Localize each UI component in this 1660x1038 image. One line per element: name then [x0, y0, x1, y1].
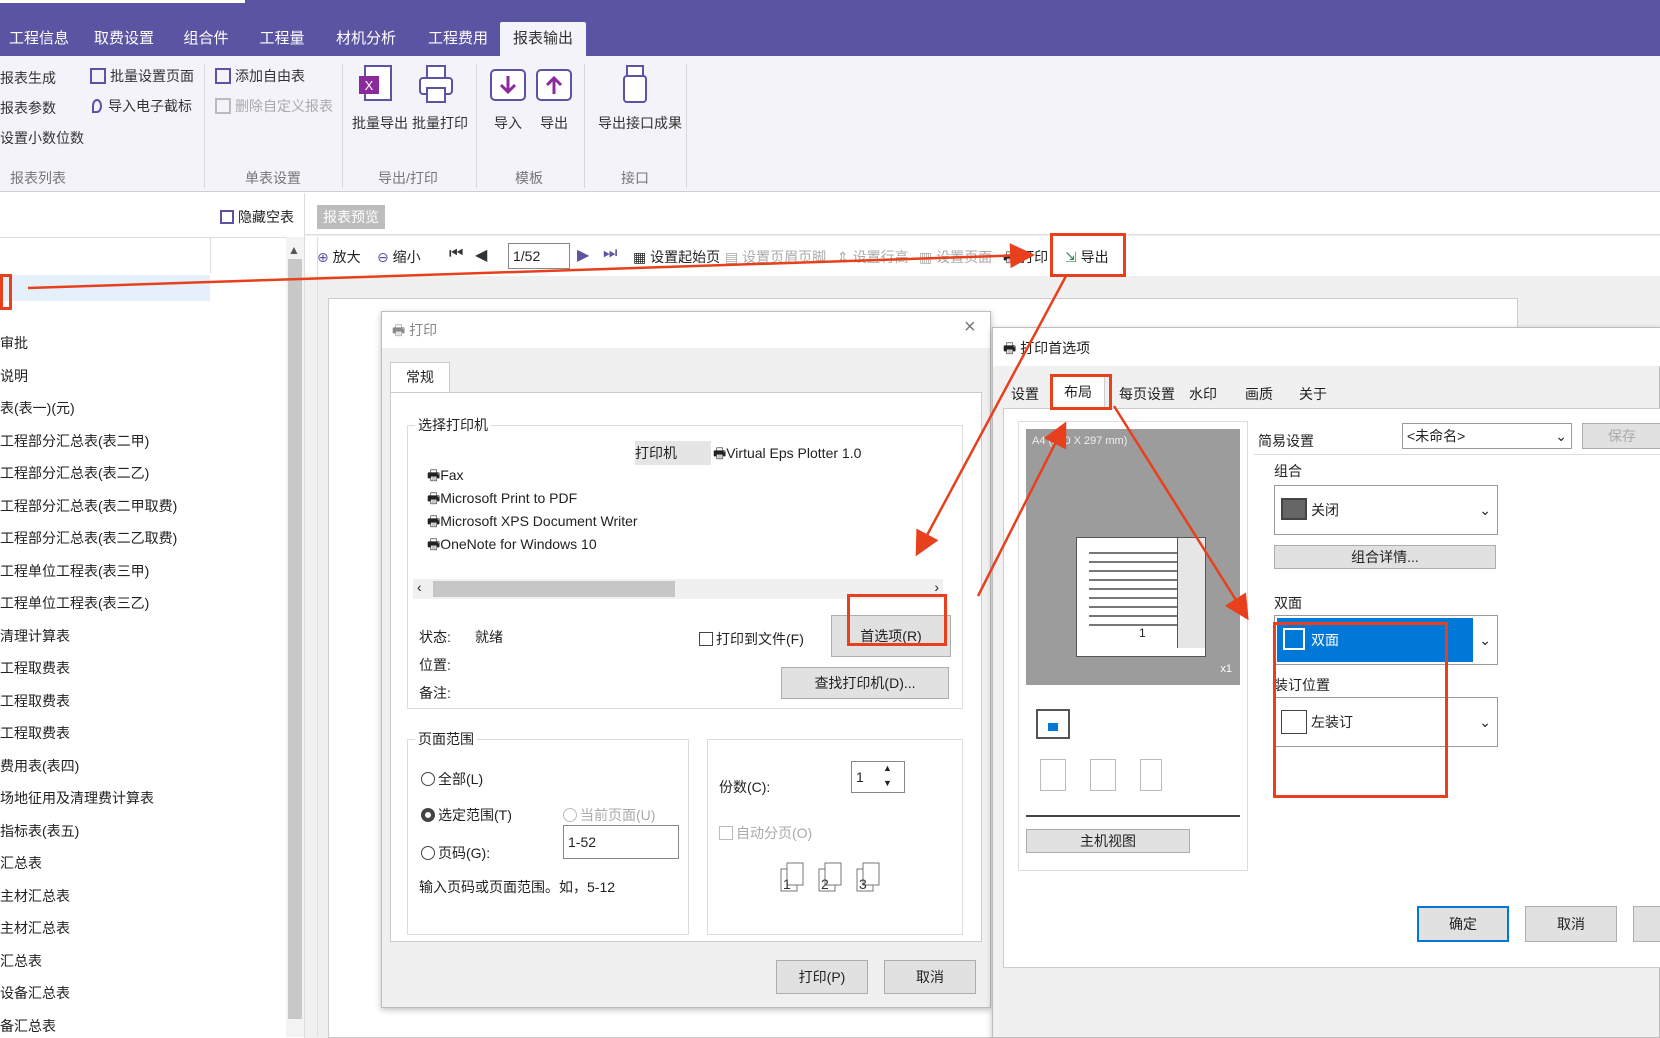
annotation-arrows: [27, 243, 1249, 621]
arrow-to-preferences: [915, 275, 1068, 557]
arrow-to-duplex: [1112, 405, 1249, 621]
arrow-to-layout-tab: [976, 421, 1067, 597]
arrow-to-print: [27, 243, 1035, 290]
